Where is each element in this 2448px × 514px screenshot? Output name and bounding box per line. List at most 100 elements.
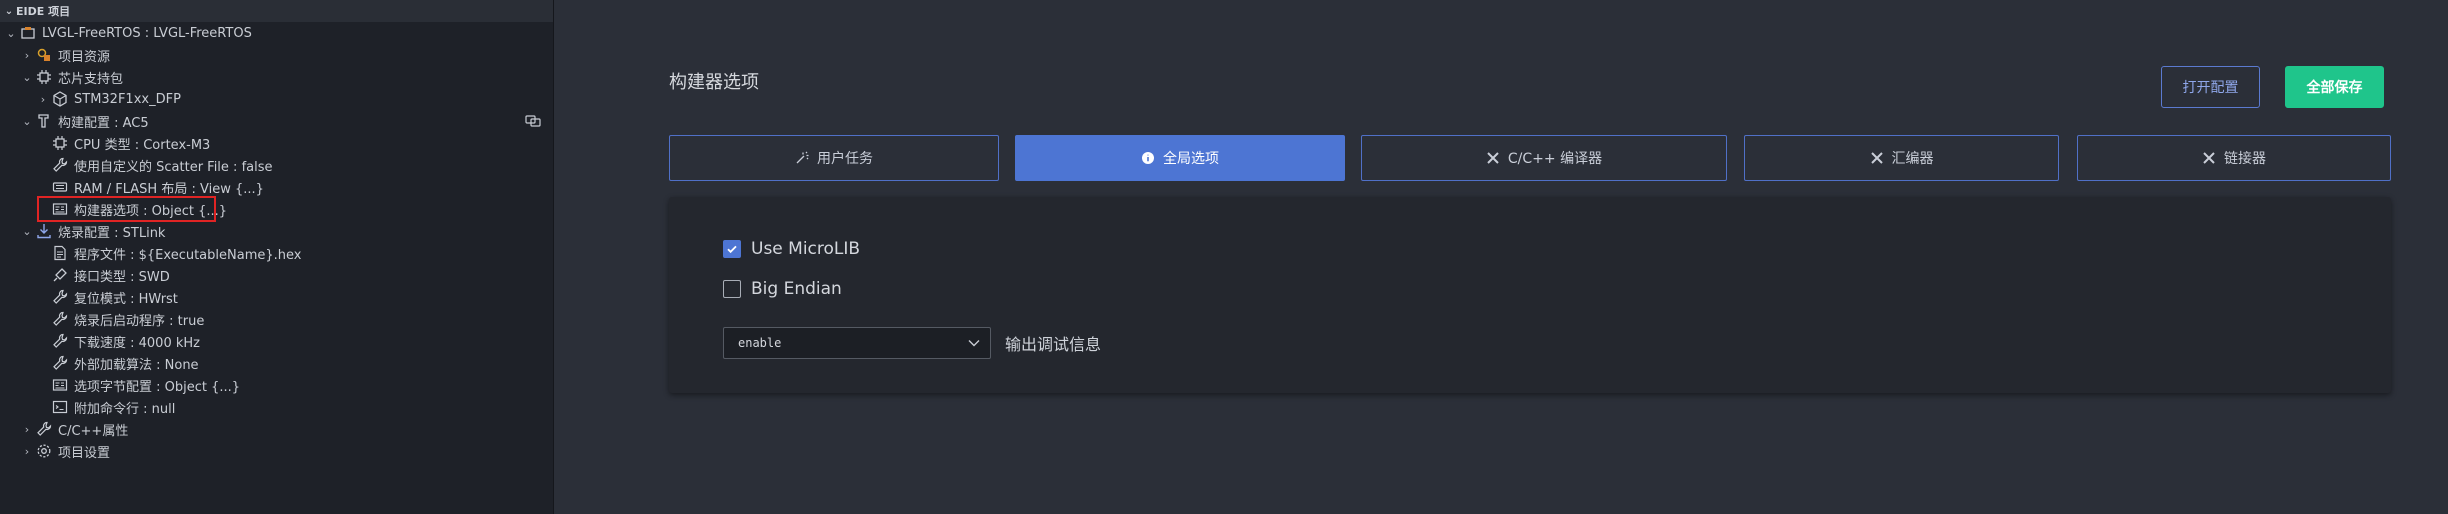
tree-item-label: 选项字节配置 : Object {...} [74,379,241,395]
tree-item-download-speed[interactable]: 下载速度 : 4000 kHz [0,330,553,352]
tab-label: 链接器 [2224,151,2266,167]
project-label: LVGL-FreeRTOS : LVGL-FreeRTOS [42,25,252,41]
tree-item-label: 烧录配置 : STLink [58,225,166,241]
sidebar-title: EIDE 项目 [16,5,71,18]
chevron-down-icon: ⌄ [22,224,32,238]
tree-item-label: 构建配置 : AC5 [58,115,149,131]
magic-wand-icon [795,151,809,165]
debug-info-option: enable 输出调试信息 [723,327,1101,359]
tree-item-build-config[interactable]: ⌄ 构建配置 : AC5 [0,110,553,132]
info-icon [1141,151,1155,165]
sidebar-header[interactable]: ⌄ EIDE 项目 [0,0,553,22]
file-icon [52,245,68,261]
chevron-down-icon: ⌄ [6,26,16,40]
tree-item-label: 附加命令行 : null [74,401,176,417]
tree-item-label: 复位模式 : HWrst [74,291,178,307]
tab-cpp-compiler[interactable]: C/C++ 编译器 [1361,135,1727,181]
wrench-icon [52,355,68,371]
chevron-right-icon: › [24,422,30,436]
tree-item-label: CPU 类型 : Cortex-M3 [74,137,211,153]
tree-item-project[interactable]: ⌄ LVGL-FreeRTOS : LVGL-FreeRTOS [0,22,553,44]
switch-config-icon[interactable] [525,113,541,129]
tree-item-label: 使用自定义的 Scatter File : false [74,159,273,175]
resources-icon [36,47,52,63]
wrench-icon [52,311,68,327]
tree-item-label: 芯片支持包 [58,71,124,87]
page-title: 构建器选项 [669,72,759,93]
tree-item-label: C/C++属性 [58,423,129,439]
use-microlib-option[interactable]: Use MicroLIB [723,239,860,259]
tab-label: 用户任务 [817,151,873,167]
tools-icon [2202,151,2216,165]
big-endian-option[interactable]: Big Endian [723,279,842,299]
tree-item-label: STM32F1xx_DFP [74,91,181,107]
memory-icon [52,179,68,195]
tree-item-cpp-properties[interactable]: › C/C++属性 [0,418,553,440]
tree-item-program-file[interactable]: 程序文件 : ${ExecutableName}.hex [0,242,553,264]
debug-info-select[interactable]: enable [723,327,991,359]
build-icon [36,113,52,129]
debug-info-value: enable [738,336,782,350]
tree-item-label: 程序文件 : ${ExecutableName}.hex [74,247,302,263]
tree-item-project-settings[interactable]: › 项目设置 [0,440,553,462]
tab-label: 全局选项 [1163,151,1219,167]
save-all-button[interactable]: 全部保存 [2285,66,2384,108]
tree-item-extra-command[interactable]: 附加命令行 : null [0,396,553,418]
chevron-right-icon: › [24,444,30,458]
tree-item-label: 项目资源 [58,49,111,65]
tools-icon [1486,151,1500,165]
tree-item-memory-layout[interactable]: RAM / FLASH 布局 : View {...} [0,176,553,198]
tree-item-run-after-flash[interactable]: 烧录后启动程序 : true [0,308,553,330]
tab-label: C/C++ 编译器 [1507,151,1603,167]
tab-assembler[interactable]: 汇编器 [1744,135,2059,181]
tab-label: 汇编器 [1891,151,1934,167]
options-table-icon [52,377,68,393]
cpu-icon [52,135,68,151]
tree-item-label: 接口类型 : SWD [74,269,170,285]
global-options-panel: Use MicroLIB Big Endian enable 输出调试信息 [669,197,2391,393]
tree-item-dfp[interactable]: › STM32F1xx_DFP [0,88,553,110]
tab-global-options[interactable]: 全局选项 [1015,135,1345,181]
package-icon [52,91,68,107]
open-config-button[interactable]: 打开配置 [2161,66,2260,108]
chevron-down-icon: ⌄ [22,114,32,128]
chevron-down-icon: ⌄ [22,70,32,84]
highlight-annotation [37,196,216,222]
tree-item-option-bytes[interactable]: 选项字节配置 : Object {...} [0,374,553,396]
tree-item-label: 烧录后启动程序 : true [74,313,205,329]
tree-item-label: 项目设置 [58,445,111,461]
debug-info-label: 输出调试信息 [1005,335,1102,354]
gear-icon [36,443,52,459]
tree-item-label: RAM / FLASH 布局 : View {...} [74,181,264,197]
tools-icon [1870,151,1884,165]
tree-item-reset-mode[interactable]: 复位模式 : HWrst [0,286,553,308]
use-microlib-checkbox[interactable] [723,240,741,258]
tree-item-external-loader[interactable]: 外部加载算法 : None [0,352,553,374]
wrench-icon [52,333,68,349]
chip-icon [36,69,52,85]
tree-item-label: 外部加载算法 : None [74,357,199,373]
chip-board-icon [20,25,36,41]
download-icon [36,223,52,239]
tree-item-chip-package[interactable]: ⌄ 芯片支持包 [0,66,553,88]
chevron-right-icon: › [24,48,30,62]
chevron-down-icon [968,336,980,350]
big-endian-checkbox[interactable] [723,280,741,298]
plug-icon [52,267,68,283]
wrench-icon [52,289,68,305]
tree-item-flash-config[interactable]: ⌄ 烧录配置 : STLink [0,220,553,242]
use-microlib-label: Use MicroLIB [751,239,861,259]
tab-linker[interactable]: 链接器 [2077,135,2391,181]
tree-item-scatter-file[interactable]: 使用自定义的 Scatter File : false [0,154,553,176]
tree-item-project-resources[interactable]: › 项目资源 [0,44,553,66]
wrench-icon [52,157,68,173]
tree-item-label: 下载速度 : 4000 kHz [74,335,200,351]
tree-item-interface-type[interactable]: 接口类型 : SWD [0,264,553,286]
builder-options-panel: 构建器选项 打开配置 全部保存 用户任务 全局选项 C/C++ 编译器 汇编器 … [554,0,2448,514]
tab-user-tasks[interactable]: 用户任务 [669,135,999,181]
big-endian-label: Big Endian [751,279,842,299]
eide-project-sidebar: ⌄ EIDE 项目 ⌄ LVGL-FreeRTOS : LVGL-FreeRTO… [0,0,554,514]
chevron-right-icon: › [40,92,46,106]
chevron-down-icon: ⌄ [4,5,14,17]
tree-item-cpu-type[interactable]: CPU 类型 : Cortex-M3 [0,132,553,154]
